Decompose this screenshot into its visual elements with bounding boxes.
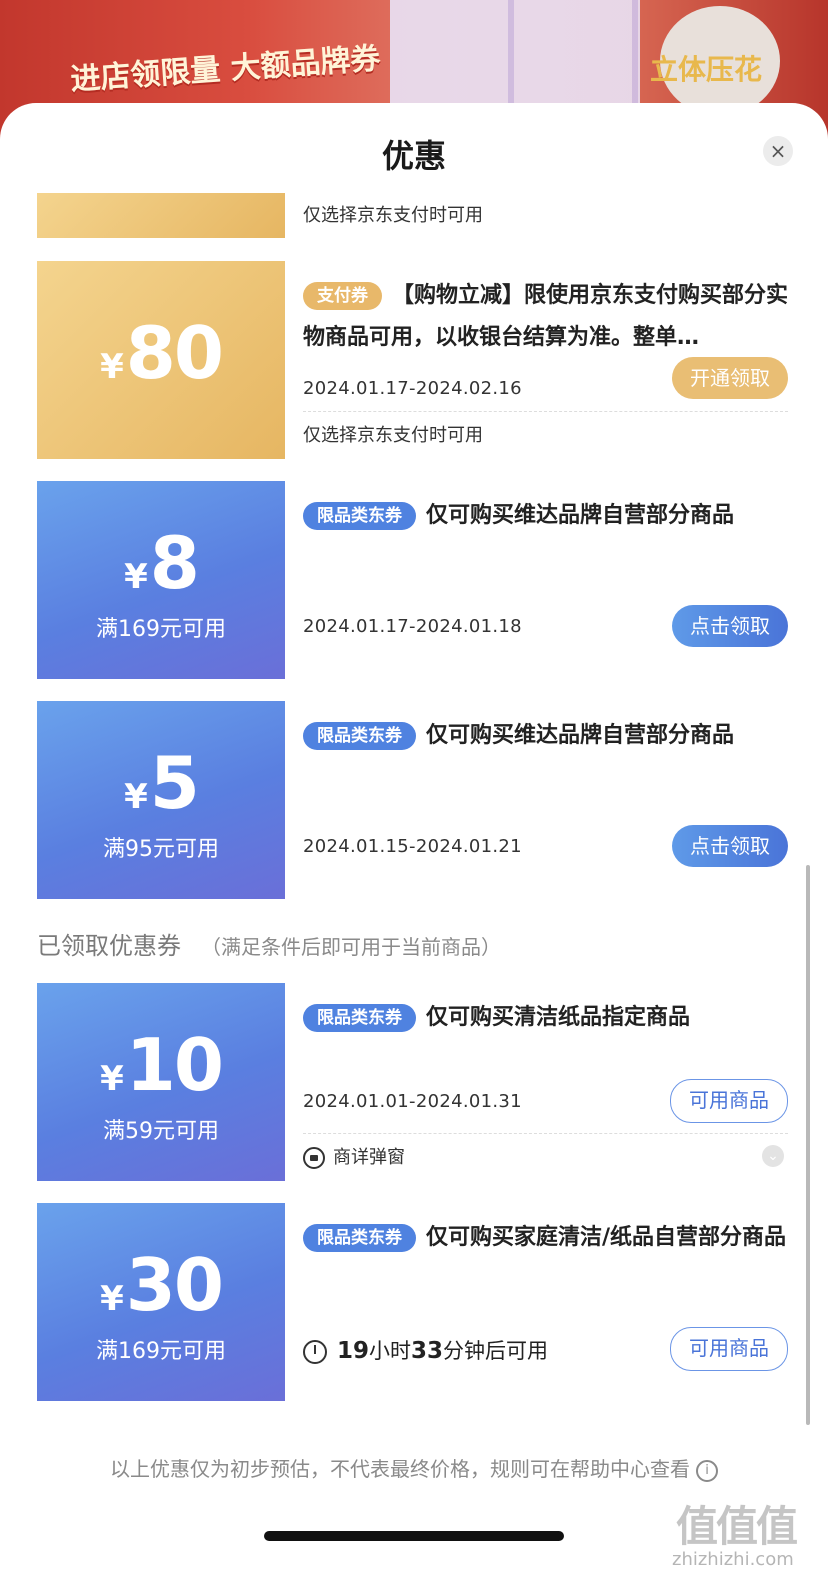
- coupon-threshold: 满59元可用: [103, 1119, 219, 1144]
- coupon-description: 支付券 【购物立减】限使用京东支付购买部分实物商品可用，以收银台结算为准。整单…: [303, 275, 788, 359]
- coupon-right: 限品类东券 仅可购买清洁纸品指定商品 2024.01.01-2024.01.31 …: [285, 983, 808, 1181]
- coupon-right: 支付券 【购物立减】限使用京东支付购买部分实物商品可用，以收银台结算为准。整单… …: [285, 261, 808, 459]
- coupon-amount: ¥30: [37, 1243, 285, 1327]
- coupon-tag: 支付券: [303, 282, 382, 310]
- countdown-text: 19小时33分钟后可用: [303, 1335, 548, 1365]
- coupon-desc-text: 仅可购买清洁纸品指定商品: [426, 1005, 691, 1030]
- coupon-threshold: 满95元可用: [103, 837, 219, 862]
- disclaimer-text: 以上优惠仅为初步预估，不代表最终价格，规则可在帮助中心查看: [110, 1457, 690, 1481]
- coupon-left-gold: [33, 193, 285, 238]
- sheet-header: 优惠 ×: [0, 103, 828, 199]
- yen-sign: ¥: [124, 777, 148, 817]
- coupon-threshold: 满169元可用: [96, 1339, 226, 1364]
- promo-text: 进店领限量 大额品牌券: [69, 41, 382, 98]
- coupon-card-partial: 仅选择京东支付时可用: [33, 193, 808, 238]
- coupon-card: ¥8 满169元可用 限品类东券 仅可购买维达品牌自营部分商品 2024.01.1…: [33, 481, 808, 679]
- coupon-sheet: 优惠 × 仅选择京东支付时可用 ¥80 支付券 【购物立减】限使用京东支付购买部分…: [0, 103, 828, 1590]
- coupon-right: 限品类东券 仅可购买维达品牌自营部分商品 2024.01.15-2024.01.2…: [285, 701, 808, 899]
- section-title-text: 已领取优惠券: [37, 932, 181, 960]
- hours-unit: 小时: [369, 1339, 412, 1363]
- yen-sign: ¥: [100, 347, 124, 387]
- coupon-left-gold: ¥80: [33, 261, 285, 459]
- info-icon[interactable]: i: [696, 1459, 718, 1482]
- coupon-right: 仅选择京东支付时可用: [285, 193, 808, 238]
- coupon-description: 限品类东券 仅可购买维达品牌自营部分商品: [303, 495, 788, 537]
- claim-button[interactable]: 点击领取: [672, 605, 788, 647]
- watermark-logo: 值值值: [676, 1502, 798, 1551]
- countdown-hours: 19: [337, 1338, 370, 1364]
- claimed-coupon-card: ¥10 满59元可用 限品类东券 仅可购买清洁纸品指定商品 2024.01.01-…: [33, 983, 808, 1181]
- product-popup-note[interactable]: 商详弹窗: [303, 1143, 405, 1169]
- amount-value: 80: [125, 311, 224, 395]
- close-button[interactable]: ×: [763, 136, 793, 166]
- coupon-description: 限品类东券 仅可购买维达品牌自营部分商品: [303, 715, 788, 757]
- yen-sign: ¥: [100, 1279, 124, 1319]
- coupon-tag: 限品类东券: [303, 502, 416, 530]
- clock-icon: [303, 1340, 327, 1364]
- coupon-amount: ¥8: [37, 521, 285, 605]
- disclaimer: 以上优惠仅为初步预估，不代表最终价格，规则可在帮助中心查看 i: [0, 1453, 828, 1482]
- coupon-threshold: 满169元可用: [96, 617, 226, 642]
- countdown-minutes: 33: [411, 1338, 444, 1364]
- yen-sign: ¥: [100, 1059, 124, 1099]
- home-indicator[interactable]: [264, 1531, 564, 1541]
- coupon-description: 限品类东券 仅可购买清洁纸品指定商品: [303, 997, 788, 1039]
- coupon-amount: ¥10: [37, 1023, 285, 1107]
- page-title: 优惠: [381, 137, 446, 175]
- minutes-unit: 分钟后可用: [443, 1339, 549, 1363]
- coupon-note: 仅选择京东支付时可用: [303, 425, 483, 446]
- available-products-button[interactable]: 可用商品: [670, 1079, 788, 1123]
- claimed-coupon-card: ¥30 满169元可用 限品类东券 仅可购买家庭清洁/纸品自营部分商品 19小时3…: [33, 1203, 808, 1401]
- amount-value: 5: [149, 741, 200, 825]
- claim-button[interactable]: 点击领取: [672, 825, 788, 867]
- scrollbar[interactable]: [806, 865, 810, 1425]
- coupon-tag: 限品类东券: [303, 722, 416, 750]
- watermark-url: zhizhizhi.com: [672, 1549, 794, 1570]
- coupon-right: 限品类东券 仅可购买维达品牌自营部分商品 2024.01.17-2024.01.1…: [285, 481, 808, 679]
- coupon-date: 2024.01.01-2024.01.31: [303, 1091, 522, 1112]
- divider: [303, 1133, 788, 1134]
- note-text: 商详弹窗: [333, 1147, 405, 1168]
- coupon-tag: 限品类东券: [303, 1004, 416, 1032]
- yen-sign: ¥: [124, 557, 148, 597]
- amount-value: 8: [149, 521, 200, 605]
- coupon-left-blue: ¥30 满169元可用: [33, 1203, 285, 1401]
- available-products-button[interactable]: 可用商品: [670, 1327, 788, 1371]
- coupon-date: 2024.01.17-2024.01.18: [303, 616, 522, 637]
- coupon-note: 仅选择京东支付时可用: [303, 205, 483, 226]
- amount-value: 10: [125, 1023, 224, 1107]
- amount-value: 30: [125, 1243, 224, 1327]
- coupon-left-blue: ¥5 满95元可用: [33, 701, 285, 899]
- coupon-desc-text: 仅可购买维达品牌自营部分商品: [426, 503, 735, 528]
- coupon-desc-text: 仅可购买家庭清洁/纸品自营部分商品: [426, 1225, 787, 1250]
- coupon-left-blue: ¥10 满59元可用: [33, 983, 285, 1181]
- divider: [303, 411, 788, 412]
- activate-claim-button[interactable]: 开通领取: [672, 357, 788, 399]
- coupon-right: 限品类东券 仅可购买家庭清洁/纸品自营部分商品 19小时33分钟后可用 可用商品: [285, 1203, 808, 1401]
- coupon-amount: ¥80: [37, 311, 285, 395]
- chevron-down-icon[interactable]: ⌄: [762, 1145, 784, 1167]
- coupon-date: 2024.01.17-2024.02.16: [303, 378, 522, 399]
- coupon-card: ¥5 满95元可用 限品类东券 仅可购买维达品牌自营部分商品 2024.01.15…: [33, 701, 808, 899]
- coupon-desc-text: 仅可购买维达品牌自营部分商品: [426, 723, 735, 748]
- coupon-card: ¥80 支付券 【购物立减】限使用京东支付购买部分实物商品可用，以收银台结算为准。…: [33, 261, 808, 459]
- popup-icon: [303, 1147, 325, 1169]
- claimed-section-title: 已领取优惠券 （满足条件后即可用于当前商品）: [37, 926, 501, 961]
- coupon-description: 限品类东券 仅可购买家庭清洁/纸品自营部分商品: [303, 1217, 788, 1259]
- section-subtitle: （满足条件后即可用于当前商品）: [201, 935, 501, 959]
- coupon-left-blue: ¥8 满169元可用: [33, 481, 285, 679]
- coupon-date: 2024.01.15-2024.01.21: [303, 836, 522, 857]
- product-image: [390, 0, 640, 104]
- coupon-tag: 限品类东券: [303, 1224, 416, 1252]
- coupon-amount: ¥5: [37, 741, 285, 825]
- close-icon: ×: [769, 139, 787, 163]
- flower-text: 立体压花: [650, 53, 763, 86]
